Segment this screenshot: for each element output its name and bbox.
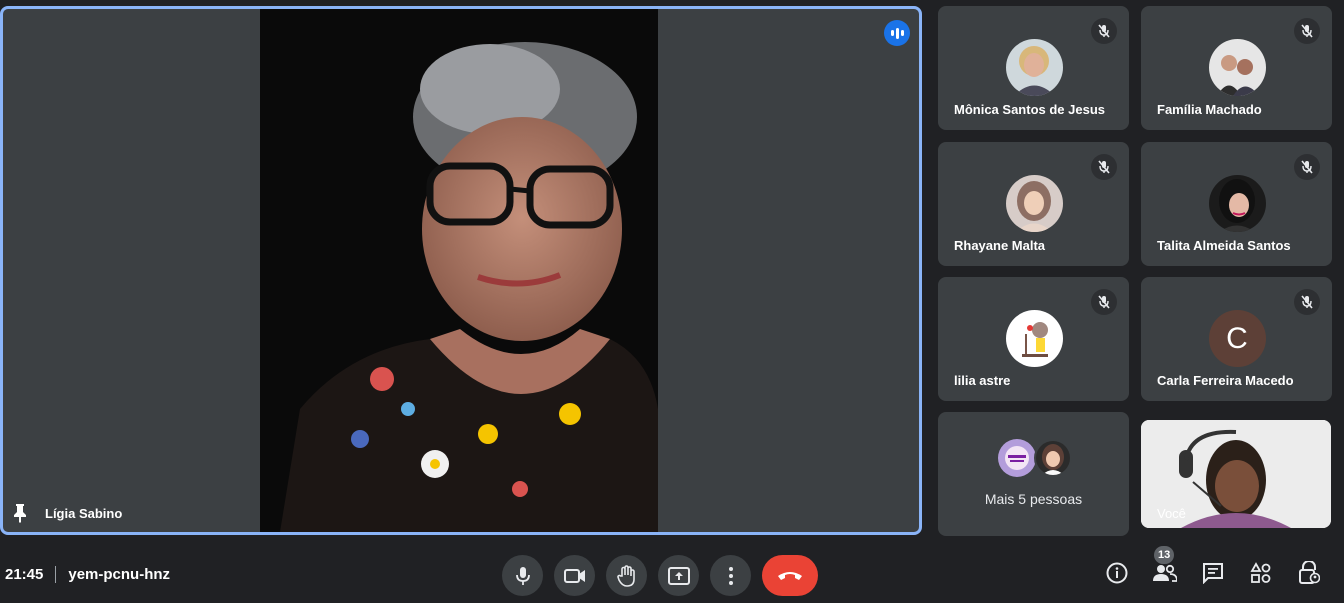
mic-off-icon [1294,18,1320,44]
call-controls [502,555,818,596]
participant-tile[interactable]: Rhayane Malta [938,142,1129,266]
avatar [1034,439,1072,477]
more-options-button[interactable] [710,555,751,596]
more-vert-icon [728,566,733,585]
avatar [1208,39,1266,96]
avatar [998,439,1036,477]
participant-name: Mônica Santos de Jesus [954,102,1105,117]
mic-off-icon [1091,18,1117,44]
participant-name: Família Machado [1157,102,1262,117]
participant-tile[interactable]: C Carla Ferreira Macedo [1141,277,1332,401]
avatar: C [1208,310,1266,367]
mic-off-icon [1091,289,1117,315]
microphone-icon [515,566,530,585]
avatar [1005,39,1063,96]
participant-tile[interactable]: Talita Almeida Santos [1141,142,1332,266]
participant-name: lilia astre [954,373,1011,388]
more-participants-avatars [998,439,1074,477]
participant-name: Carla Ferreira Macedo [1157,373,1294,388]
main-speaker-name: Lígia Sabino [45,506,123,521]
microphone-button[interactable] [502,555,543,596]
main-speaker-video [260,9,658,532]
raise-hand-button[interactable] [606,555,647,596]
leave-call-button[interactable] [762,555,818,596]
people-count-badge: 13 [1154,546,1175,564]
mic-off-icon [1294,289,1320,315]
divider [55,566,57,583]
host-controls-button[interactable] [1296,560,1322,586]
more-participants-tile[interactable]: Mais 5 pessoas [938,412,1129,536]
side-panel-controls: 13 [1104,546,1322,586]
present-screen-button[interactable] [658,555,699,596]
info-icon [1106,562,1128,584]
participant-tile[interactable]: lilia astre [938,277,1129,401]
activities-icon [1250,562,1271,583]
chat-icon [1203,563,1223,584]
speaking-indicator-icon [884,20,910,46]
meeting-info: 21:45 yem-pcnu-hnz [5,566,170,583]
meeting-details-button[interactable] [1104,560,1130,586]
meeting-code[interactable]: yem-pcnu-hnz [68,566,170,583]
camera-button[interactable] [554,555,595,596]
mic-off-icon [1294,154,1320,180]
more-participants-label: Mais 5 pessoas [984,491,1083,507]
present-icon [667,566,690,585]
people-icon [1153,564,1177,582]
avatar [1005,310,1063,367]
chat-button[interactable] [1200,560,1226,586]
main-speaker-tile[interactable]: Lígia Sabino [0,6,922,535]
participant-tile[interactable]: Família Machado [1141,6,1332,130]
hand-icon [616,564,635,587]
self-label: Você [1157,506,1186,521]
participant-name: Rhayane Malta [954,238,1046,253]
activities-button[interactable] [1248,560,1274,586]
lock-person-icon [1299,561,1320,584]
meeting-time: 21:45 [5,566,44,583]
participant-name: Talita Almeida Santos [1157,238,1291,253]
participant-tile[interactable]: Mônica Santos de Jesus [938,6,1129,130]
pin-icon[interactable] [12,503,28,523]
call-end-icon [778,571,802,580]
mic-off-icon [1091,154,1117,180]
people-button[interactable]: 13 [1152,546,1178,586]
avatar [1005,175,1063,232]
camera-icon [563,568,585,583]
self-video-tile[interactable]: Você [1141,420,1331,528]
avatar [1208,175,1266,232]
